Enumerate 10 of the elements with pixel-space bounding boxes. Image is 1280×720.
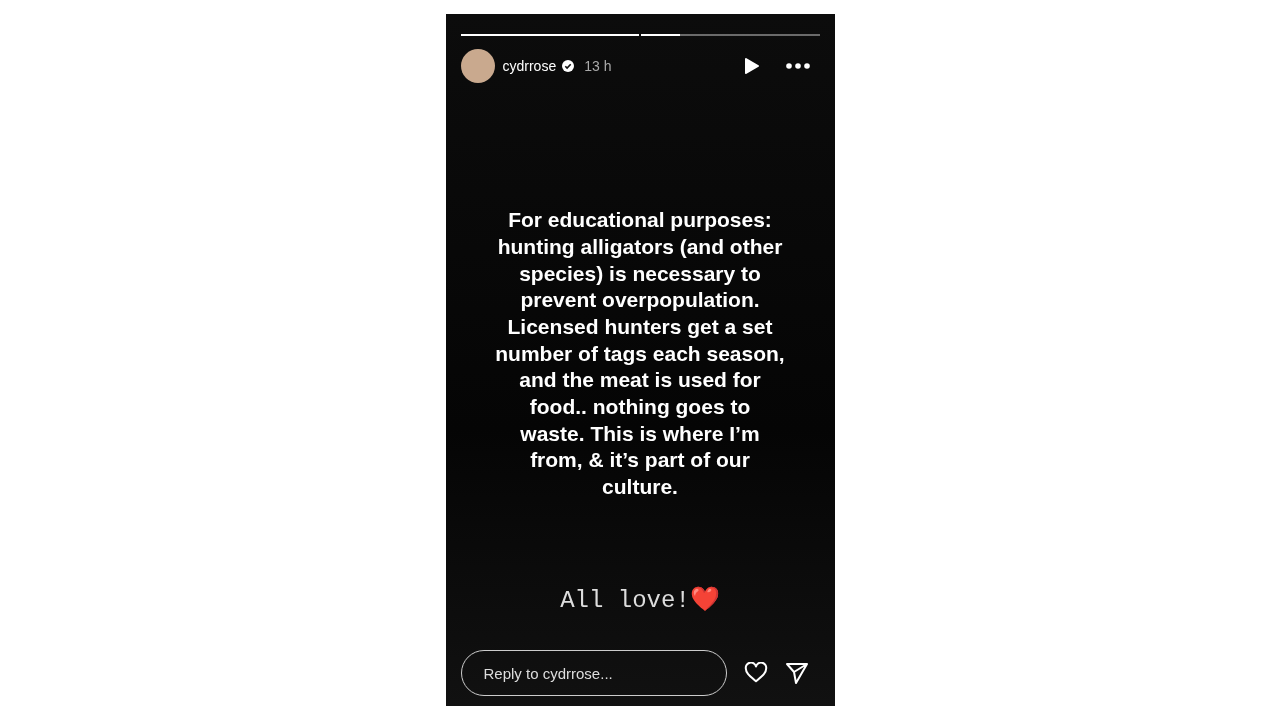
signoff-text: All love!❤ (559, 585, 721, 614)
username[interactable]: cydrrose (502, 58, 557, 74)
send-icon[interactable] (784, 661, 809, 685)
post-time: 13 h (584, 58, 612, 74)
reply-field[interactable]: Reply to cydrrose... (460, 650, 727, 696)
story-text: For educational purposes: hunting alligators (and other species) is necessary to prevent overpopulation. Licensed hunters get a set number of tags each season, and the meat is used for food.. nothing goes to waste. This is where I’m from, & it’s part of our culture. (495, 207, 785, 501)
avatar[interactable] (460, 49, 495, 83)
play-icon[interactable] (743, 57, 760, 75)
heart-icon[interactable] (742, 662, 769, 684)
more-options-icon[interactable] (785, 63, 810, 69)
